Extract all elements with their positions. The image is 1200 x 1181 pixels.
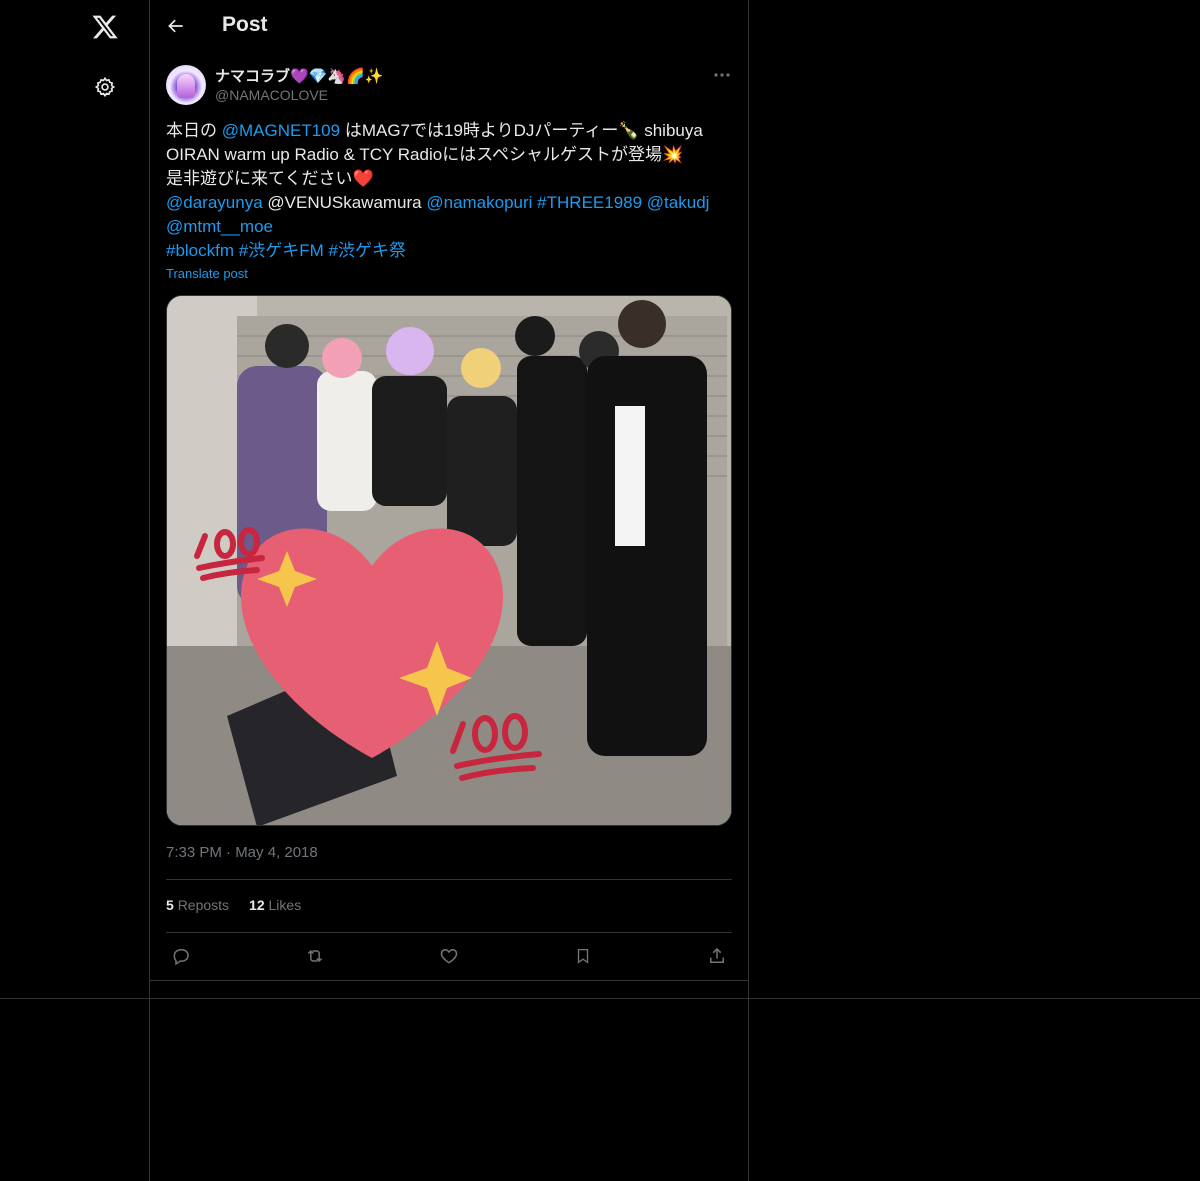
mention-link[interactable]: @takudj — [642, 193, 710, 212]
hashtag-link[interactable]: #渋ゲキ祭 — [324, 241, 405, 260]
page-title: Post — [222, 13, 268, 36]
gear-icon[interactable] — [90, 72, 120, 102]
reply-icon[interactable] — [168, 943, 194, 969]
share-icon[interactable] — [704, 943, 730, 969]
post-text-line: OIRAN warm up Radio & TCY Radioにはスペシャルゲス… — [166, 145, 684, 164]
avatar-figure — [177, 74, 195, 98]
post-text-line: 本日の @MAGNET109 はMAG7では19時よりDJパーティー🍾 shib… — [166, 119, 732, 143]
reposts-stat[interactable]: 5 Reposts — [166, 897, 229, 913]
divider — [748, 980, 749, 1181]
author-display-name[interactable]: ナマコラブ💜💎🦄🌈✨ — [215, 65, 383, 86]
mention-link[interactable]: @namakopuri — [426, 193, 532, 212]
left-nav — [0, 0, 150, 1181]
x-logo-icon[interactable] — [88, 10, 122, 44]
post-header: Post — [150, 0, 748, 53]
repost-icon[interactable] — [302, 943, 328, 969]
avatar[interactable] — [166, 65, 206, 105]
arrow-left-icon[interactable] — [162, 12, 190, 40]
more-options-icon[interactable] — [710, 64, 734, 86]
bookmark-icon[interactable] — [570, 943, 596, 969]
main-column: Post ナマコラブ💜💎🦄🌈✨ @NAMACOLOVE 本日の @MAGNET1… — [150, 0, 749, 980]
post-text-line: @darayunya @VENUSkawamura @namakopuri #T… — [166, 191, 732, 215]
post-photo[interactable] — [166, 295, 732, 826]
text-segment: 本日の — [166, 121, 222, 140]
likes-count: 12 — [249, 897, 265, 913]
action-bar — [166, 943, 732, 969]
reposts-label: Reposts — [177, 897, 230, 913]
mention-link[interactable]: @mtmt__moe — [166, 217, 273, 236]
divider — [150, 980, 749, 981]
post-text-line: #blockfm #渋ゲキFM #渋ゲキ祭 — [166, 239, 732, 263]
likes-stat[interactable]: 12 Likes — [249, 897, 301, 913]
heart-icon[interactable] — [436, 943, 462, 969]
mention-link[interactable]: @MAGNET109 — [222, 121, 340, 140]
hashtag-link[interactable]: #渋ゲキFM — [234, 241, 324, 260]
post-text-line: @mtmt__moe — [166, 215, 732, 239]
post-text: 本日の @MAGNET109 はMAG7では19時よりDJパーティー🍾 shib… — [166, 119, 732, 263]
page: Post ナマコラブ💜💎🦄🌈✨ @NAMACOLOVE 本日の @MAGNET1… — [0, 0, 1200, 1181]
divider — [166, 879, 732, 880]
post-text-line: 是非遊びに来てください❤️ — [166, 169, 374, 188]
author-handle[interactable]: @NAMACOLOVE — [215, 87, 328, 103]
translate-post-link[interactable]: Translate post — [166, 266, 248, 281]
text-segment: @VENUSkawamura — [262, 193, 427, 212]
mention-link[interactable]: @darayunya — [166, 193, 263, 212]
divider — [0, 998, 1200, 999]
engagement-stats: 5 Reposts 12 Likes — [166, 897, 301, 913]
divider — [166, 932, 732, 933]
post-timestamp[interactable]: 7:33 PM · May 4, 2018 — [166, 844, 318, 861]
photo-illustration — [167, 296, 731, 825]
text-segment: はMAG7では19時よりDJパーティー🍾 shibuya — [340, 121, 703, 140]
hashtag-link[interactable]: #THREE1989 — [532, 193, 642, 212]
hashtag-link[interactable]: #blockfm — [166, 241, 234, 260]
likes-label: Likes — [268, 897, 302, 913]
reposts-count: 5 — [166, 897, 174, 913]
